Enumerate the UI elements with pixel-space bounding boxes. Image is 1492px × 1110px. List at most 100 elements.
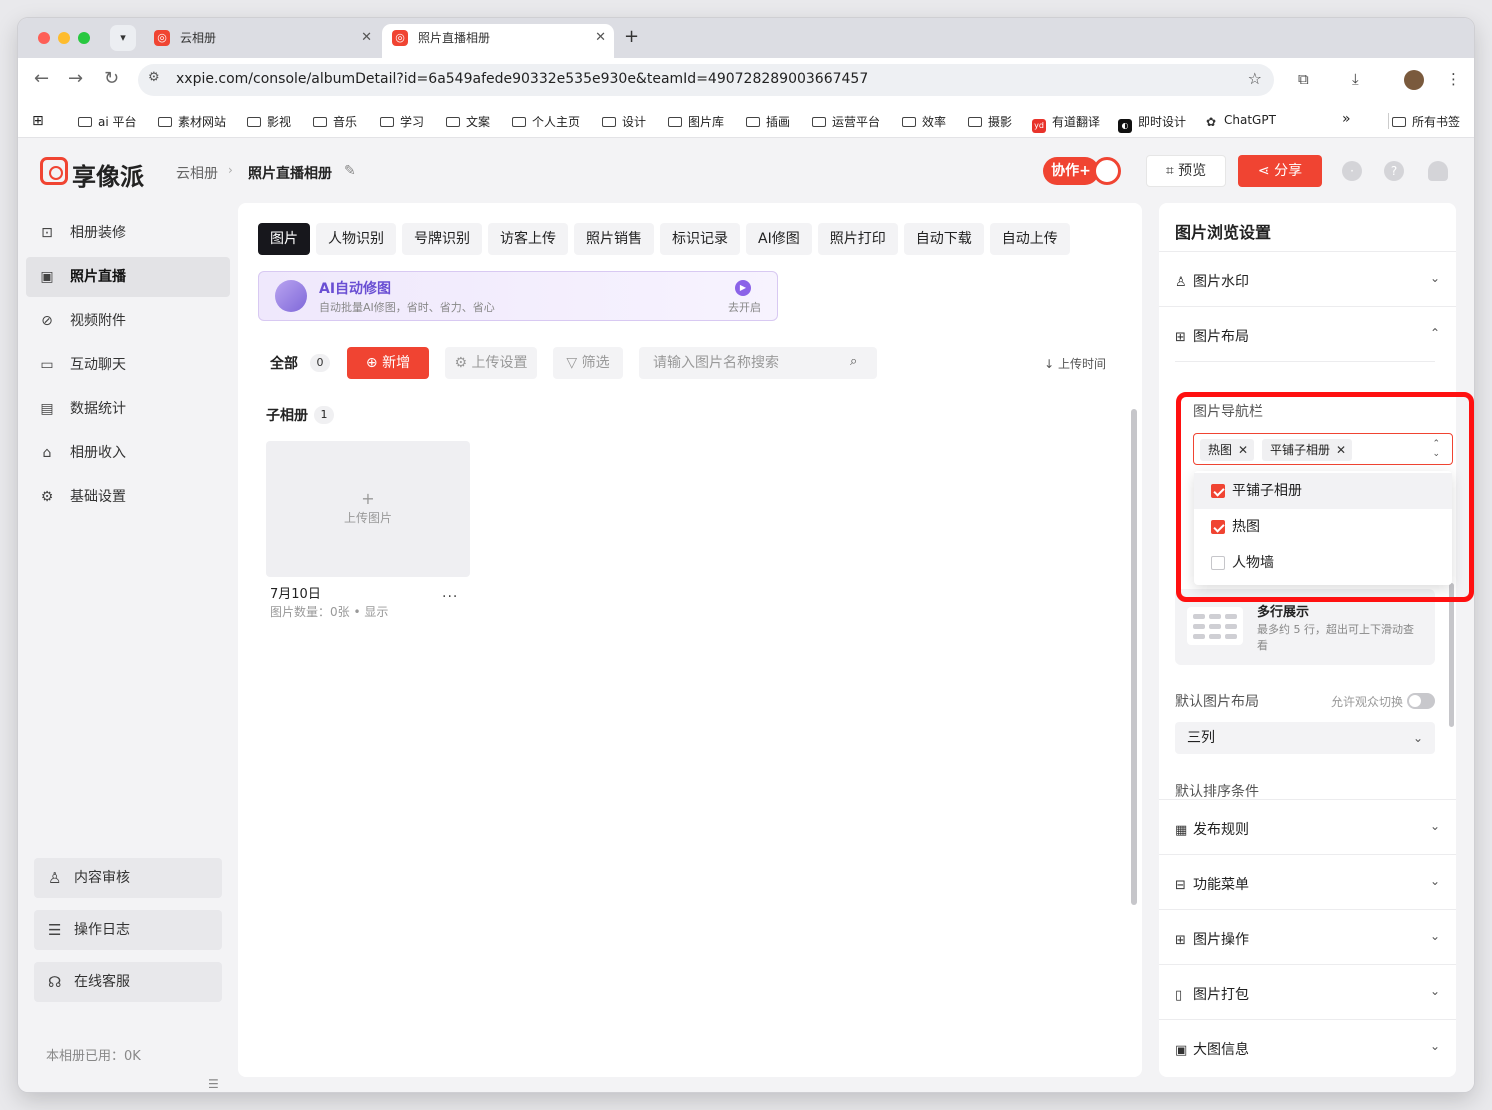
all-bookmarks-folder[interactable]: 所有书签: [1388, 113, 1460, 130]
chevron-down-icon[interactable]: ⌄: [1430, 929, 1440, 943]
filter-button[interactable]: ▽ 筛选: [553, 347, 623, 379]
browser-menu-icon[interactable]: ⋮: [1446, 70, 1461, 88]
main-scrollbar[interactable]: [1131, 409, 1137, 905]
bookmark-folder[interactable]: 个人主页: [512, 113, 580, 130]
chevron-down-icon[interactable]: ⌄: [1430, 271, 1440, 285]
bookmark-folder[interactable]: 学习: [380, 113, 424, 130]
breadcrumb-cloud-album[interactable]: 云相册: [176, 163, 218, 183]
tab-close-icon[interactable]: ✕: [595, 24, 606, 52]
new-tab-button[interactable]: +: [624, 26, 639, 47]
chevron-down-icon[interactable]: ⌄: [1430, 874, 1440, 888]
tab-auto-upload[interactable]: 自动上传: [989, 223, 1070, 255]
chevron-up-icon[interactable]: ⌃: [1430, 326, 1440, 340]
section-layout[interactable]: ⊞ 图片布局: [1175, 326, 1249, 346]
section-watermark[interactable]: ♙ 图片水印: [1175, 271, 1249, 291]
bookmark-folder[interactable]: 音乐: [313, 113, 357, 130]
add-button[interactable]: ⊕ 新增: [347, 347, 429, 379]
bell-icon[interactable]: [1428, 161, 1448, 181]
minimize-window-button[interactable]: [58, 32, 70, 44]
tab-photo-print[interactable]: 照片打印: [817, 223, 898, 255]
help-icon[interactable]: ?: [1384, 161, 1404, 181]
more-bookmarks-icon[interactable]: »: [1342, 111, 1351, 127]
bookmark-folder[interactable]: 摄影: [968, 113, 1012, 130]
address-bar[interactable]: ⚙ xxpie.com/console/albumDetail?id=6a549…: [138, 64, 1274, 96]
extensions-icon[interactable]: ⧉: [1298, 70, 1309, 88]
close-window-button[interactable]: [38, 32, 50, 44]
enable-ai-link[interactable]: 去开启: [728, 299, 761, 315]
bookmark-star-icon[interactable]: ☆: [1248, 69, 1262, 88]
bookmark-chatgpt[interactable]: ✿ ChatGPT: [1204, 113, 1276, 129]
browser-tab-live-album[interactable]: ◎ 照片直播相册 ✕: [382, 24, 614, 58]
section-publish-rules[interactable]: ▦ 发布规则: [1175, 819, 1249, 839]
maximize-window-button[interactable]: [78, 32, 90, 44]
bookmark-folder[interactable]: 运营平台: [812, 113, 880, 130]
settings-scrollbar[interactable]: [1449, 583, 1454, 727]
tab-search-button[interactable]: ▾: [110, 25, 136, 51]
sidebar-item-income[interactable]: ⌂ 相册收入: [26, 433, 230, 473]
section-large-image-info[interactable]: ▣ 大图信息: [1175, 1039, 1249, 1059]
section-function-menu[interactable]: ⊟ 功能菜单: [1175, 874, 1249, 894]
divider: [1159, 1019, 1456, 1020]
default-layout-select[interactable]: 三列 ⌄: [1175, 722, 1435, 754]
bookmark-folder[interactable]: 文案: [446, 113, 490, 130]
sidebar-item-chat[interactable]: ▭ 互动聊天: [26, 345, 230, 385]
bookmark-folder[interactable]: 插画: [746, 113, 790, 130]
collapse-sidebar-icon[interactable]: ☰: [208, 1077, 219, 1091]
tab-photos[interactable]: 图片: [258, 223, 310, 255]
tab-close-icon[interactable]: ✕: [361, 24, 372, 52]
bookmark-folder[interactable]: ai 平台: [78, 113, 137, 130]
site-info-icon[interactable]: ⚙: [148, 70, 160, 85]
ai-retouch-banner[interactable]: AI自动修图 自动批量AI修图，省时、省力、省心 ▶ 去开启: [258, 271, 778, 321]
bookmark-jishi[interactable]: ◐ 即时设计: [1118, 113, 1186, 133]
bookmark-folder[interactable]: 图片库: [668, 113, 724, 130]
sort-upload-time[interactable]: ↓ 上传时间: [1044, 355, 1106, 372]
tab-face-recognition[interactable]: 人物识别: [316, 223, 396, 255]
search-input[interactable]: [639, 347, 877, 379]
user-avatar-icon[interactable]: ·: [1342, 161, 1362, 181]
bookmark-youdao[interactable]: yd 有道翻译: [1032, 113, 1100, 133]
bookmark-folder[interactable]: 设计: [602, 113, 646, 130]
preview-button[interactable]: ⌗ 预览: [1146, 155, 1226, 187]
more-options-icon[interactable]: ···: [442, 589, 458, 605]
chevron-down-icon[interactable]: ⌄: [1430, 1039, 1440, 1053]
edit-icon[interactable]: ✎: [344, 163, 356, 179]
sidebar-item-decoration[interactable]: ⊡ 相册装修: [26, 213, 230, 253]
reload-icon[interactable]: ↻: [104, 68, 119, 89]
collab-button[interactable]: 协作+: [1043, 157, 1099, 185]
search-icon[interactable]: ⌕: [850, 354, 857, 369]
browser-tab-cloud-album[interactable]: ◎ 云相册 ✕: [144, 24, 380, 58]
folder-icon: [78, 117, 92, 127]
main-panel: 图片 人物识别 号牌识别 访客上传 照片销售 标识记录 AI修图 照片打印 自动下载 自动上传 A…: [238, 203, 1142, 1077]
tab-auto-download[interactable]: 自动下载: [903, 223, 984, 255]
sidebar-item-live[interactable]: ▣ 照片直播: [26, 257, 230, 297]
tab-tag-records[interactable]: 标识记录: [660, 223, 740, 255]
content-audit-button[interactable]: ♙ 内容审核: [34, 858, 222, 898]
download-icon[interactable]: ⤓: [1352, 70, 1359, 88]
bookmark-folder[interactable]: 影视: [247, 113, 291, 130]
profile-avatar[interactable]: [1404, 70, 1424, 90]
tab-ai-retouch[interactable]: AI修图: [746, 223, 812, 255]
bookmark-folder[interactable]: 素材网站: [158, 113, 226, 130]
tab-photo-sales[interactable]: 照片销售: [574, 223, 654, 255]
allow-switch-toggle[interactable]: [1407, 693, 1435, 709]
tab-bib-recognition[interactable]: 号牌识别: [402, 223, 482, 255]
sub-album-upload-card[interactable]: + 上传图片: [266, 441, 470, 577]
sidebar-item-video[interactable]: ⊘ 视频附件: [26, 301, 230, 341]
sidebar-item-stats[interactable]: ▤ 数据统计: [26, 389, 230, 429]
filter-all-label[interactable]: 全部: [270, 353, 298, 373]
chevron-down-icon[interactable]: ⌄: [1430, 819, 1440, 833]
bookmark-folder[interactable]: 效率: [902, 113, 946, 130]
upload-settings-button[interactable]: ⚙ 上传设置: [445, 347, 537, 379]
sidebar-item-settings[interactable]: ⚙ 基础设置: [26, 477, 230, 517]
share-button[interactable]: ⋖ 分享: [1238, 155, 1322, 187]
folder-icon: [446, 117, 460, 127]
apps-grid-icon[interactable]: ⊞: [32, 113, 44, 129]
online-service-button[interactable]: ☊ 在线客服: [34, 962, 222, 1002]
section-image-operations[interactable]: ⊞ 图片操作: [1175, 929, 1249, 949]
operation-log-button[interactable]: ☰ 操作日志: [34, 910, 222, 950]
forward-arrow-icon[interactable]: →: [68, 68, 83, 89]
back-arrow-icon[interactable]: ←: [34, 68, 49, 89]
section-image-package[interactable]: ▯ 图片打包: [1175, 984, 1249, 1004]
chevron-down-icon[interactable]: ⌄: [1430, 984, 1440, 998]
tab-visitor-upload[interactable]: 访客上传: [488, 223, 568, 255]
